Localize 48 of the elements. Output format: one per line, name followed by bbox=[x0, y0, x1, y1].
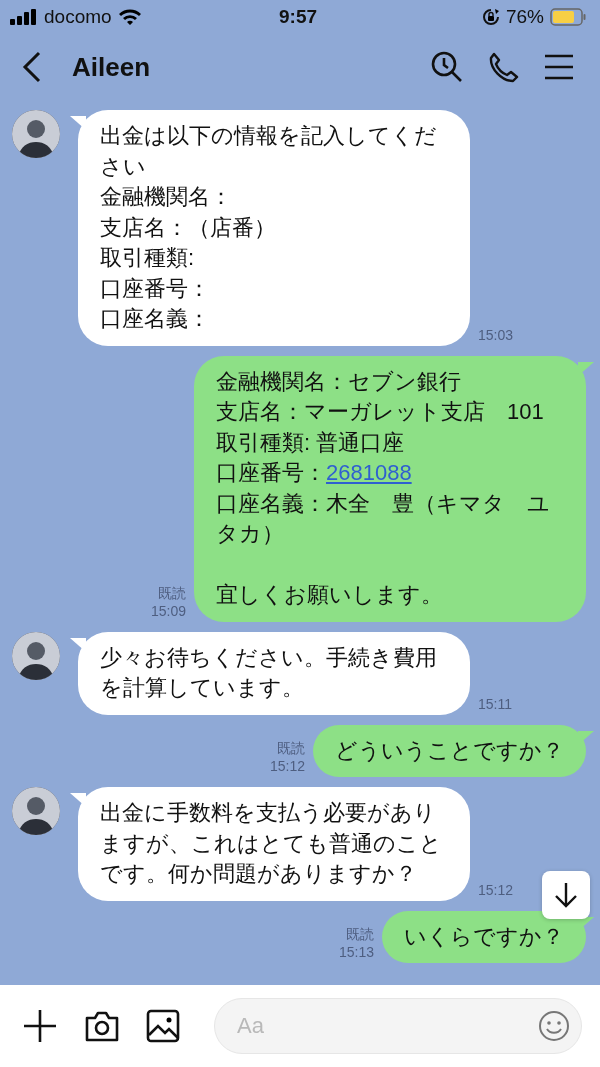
message-time: 15:03 bbox=[478, 325, 514, 344]
scroll-down-button[interactable] bbox=[542, 871, 590, 919]
clock-time: 9:57 bbox=[279, 6, 317, 28]
carrier-name: docomo bbox=[44, 6, 112, 28]
message-time: 15:13 bbox=[338, 943, 374, 961]
search-icon[interactable] bbox=[430, 50, 464, 84]
message-text: いくらですか？ bbox=[404, 922, 564, 951]
emoji-icon[interactable] bbox=[538, 1010, 570, 1042]
contact-name: Aileen bbox=[72, 51, 152, 83]
message-text: 宜しくお願いします。 bbox=[216, 581, 444, 609]
phone-icon[interactable] bbox=[488, 51, 520, 83]
message-time: 15:11 bbox=[478, 694, 512, 713]
avatar-icon[interactable] bbox=[12, 110, 60, 158]
message-time: 15:12 bbox=[478, 880, 514, 899]
wifi-icon bbox=[117, 8, 142, 26]
rotation-lock-icon bbox=[481, 8, 500, 26]
read-receipt: 既読 bbox=[158, 583, 186, 602]
back-icon[interactable] bbox=[22, 51, 42, 83]
plus-icon[interactable] bbox=[22, 1008, 58, 1044]
message-input-field[interactable]: Aa bbox=[214, 998, 582, 1054]
message-time: 15:09 bbox=[150, 601, 186, 620]
down-arrow-icon bbox=[554, 881, 578, 909]
camera-icon[interactable] bbox=[84, 1009, 120, 1043]
image-icon[interactable] bbox=[146, 1009, 180, 1043]
avatar-icon[interactable] bbox=[12, 787, 60, 835]
message-text: 取引種類: 普通口座 bbox=[216, 428, 406, 457]
read-receipt: 既読 bbox=[346, 925, 374, 943]
message-text: 口座名義：木全 豊（キマタ ユタカ） bbox=[216, 489, 551, 548]
message-text: 金融機関名：セブン銀行 bbox=[216, 367, 462, 396]
battery-percent: 76% bbox=[505, 6, 544, 28]
battery-icon bbox=[550, 8, 586, 26]
avatar-icon[interactable] bbox=[12, 631, 60, 680]
message-text: 出金に手数料を支払う必要がありますが、これはとても普通のことです。何か問題がありますか？ bbox=[100, 799, 443, 888]
message-text: 出金は以下の情報を記入してください bbox=[100, 122, 438, 181]
message-text: 取引種類: bbox=[100, 244, 196, 272]
message-text: 口座番号： bbox=[100, 274, 211, 303]
menu-icon[interactable] bbox=[544, 54, 574, 80]
message-time: 15:12 bbox=[269, 757, 305, 775]
message-text: 少々お待ちください。手続き費用を計算しています。 bbox=[100, 643, 438, 702]
message-text: 口座番号：2681088 bbox=[216, 459, 413, 487]
message-text: 支店名：（店番） bbox=[100, 213, 277, 242]
message-text: どういうことですか？ bbox=[335, 736, 564, 765]
read-receipt: 既読 bbox=[277, 739, 305, 757]
message-text: 支店名：マーガレット支店 101 bbox=[216, 398, 545, 426]
message-text: 金融機関名： bbox=[100, 183, 233, 211]
signal-icon bbox=[10, 9, 38, 25]
account-number-link[interactable]: 2681088 bbox=[326, 460, 412, 485]
message-text: 口座名義： bbox=[100, 305, 211, 333]
